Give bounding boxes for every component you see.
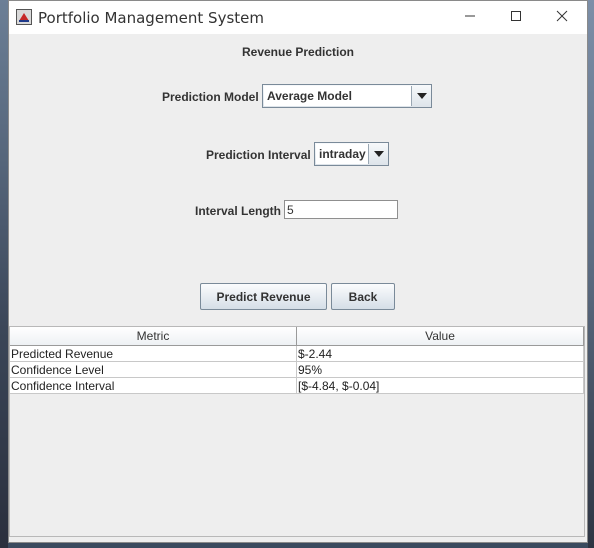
maximize-icon bbox=[510, 9, 522, 27]
minimize-button[interactable] bbox=[447, 1, 493, 34]
prediction-interval-label: Prediction Interval bbox=[206, 148, 311, 162]
table-row[interactable]: Predicted Revenue $-2.44 bbox=[10, 346, 584, 362]
interval-length-label: Interval Length bbox=[195, 204, 282, 218]
page-title: Revenue Prediction bbox=[241, 45, 355, 59]
back-button[interactable]: Back bbox=[331, 283, 395, 310]
close-button[interactable] bbox=[539, 1, 585, 34]
title-bar[interactable]: Portfolio Management System bbox=[9, 1, 587, 34]
table-row[interactable]: Confidence Level 95% bbox=[10, 362, 584, 378]
maximize-button[interactable] bbox=[493, 1, 539, 34]
table-cell: Predicted Revenue bbox=[10, 346, 297, 362]
chevron-down-icon bbox=[369, 143, 388, 165]
table-cell: Confidence Interval bbox=[10, 378, 297, 394]
desktop-background-right bbox=[588, 0, 594, 548]
results-table: Metric Value Predicted Revenue $-2.44 Co… bbox=[9, 326, 585, 537]
java-app-icon bbox=[16, 9, 32, 25]
form-panel: Revenue Prediction Prediction Model Aver… bbox=[9, 34, 587, 542]
prediction-model-select[interactable]: Average Model bbox=[262, 84, 432, 108]
column-header-value[interactable]: Value bbox=[297, 327, 584, 345]
table-cell: [$-4.84, $-0.04] bbox=[297, 378, 584, 394]
minimize-icon bbox=[464, 9, 476, 27]
column-header-metric[interactable]: Metric bbox=[10, 327, 297, 345]
interval-length-input[interactable]: 5 bbox=[284, 200, 398, 219]
table-cell: $-2.44 bbox=[297, 346, 584, 362]
app-window: Portfolio Management System Revenue Pred… bbox=[8, 0, 588, 543]
table-row[interactable]: Confidence Interval [$-4.84, $-0.04] bbox=[10, 378, 584, 394]
prediction-interval-value: intraday bbox=[316, 144, 369, 164]
prediction-model-label: Prediction Model bbox=[162, 90, 259, 104]
table-cell: Confidence Level bbox=[10, 362, 297, 378]
chevron-down-icon bbox=[412, 85, 431, 107]
window-title: Portfolio Management System bbox=[38, 9, 264, 27]
close-icon bbox=[556, 9, 568, 27]
prediction-model-value: Average Model bbox=[264, 86, 412, 106]
table-header: Metric Value bbox=[10, 327, 584, 346]
prediction-interval-select[interactable]: intraday bbox=[314, 142, 389, 166]
desktop-background bbox=[0, 0, 8, 548]
predict-revenue-button[interactable]: Predict Revenue bbox=[200, 283, 327, 310]
table-cell: 95% bbox=[297, 362, 584, 378]
